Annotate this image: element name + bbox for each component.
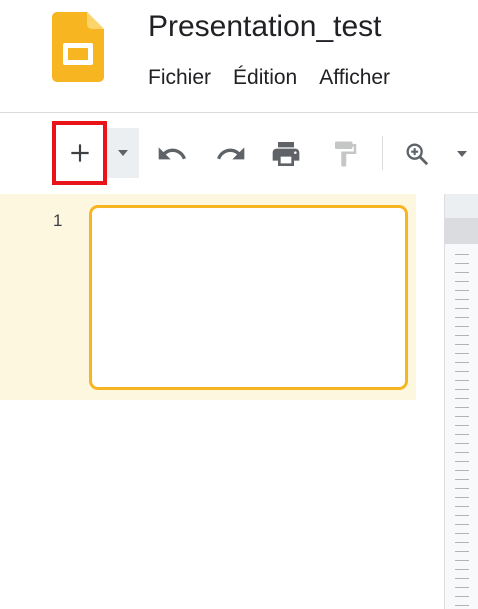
- new-slide-button[interactable]: [52, 121, 107, 185]
- menu-bar: Fichier Édition Afficher: [148, 64, 412, 92]
- print-icon: [272, 142, 300, 166]
- document-title[interactable]: Presentation_test: [148, 6, 381, 48]
- caret-down-icon: [457, 151, 467, 157]
- vertical-ruler: [444, 194, 478, 609]
- ruler-margin-band: [445, 218, 478, 244]
- redo-icon: [217, 147, 245, 160]
- ruler-ticks: [455, 254, 469, 609]
- slide-number: 1: [53, 211, 63, 230]
- slide-thumbnail[interactable]: [89, 205, 408, 390]
- redo-button[interactable]: [211, 134, 251, 174]
- toolbar-separator: [382, 136, 383, 170]
- menu-edit[interactable]: Édition: [233, 64, 319, 92]
- paint-format-icon: [335, 141, 357, 167]
- zoom-button[interactable]: [397, 134, 437, 174]
- plus-icon: [70, 144, 89, 162]
- undo-button[interactable]: [152, 134, 192, 174]
- toolbar: [0, 118, 478, 192]
- paint-format-button[interactable]: [325, 134, 365, 174]
- menu-view[interactable]: Afficher: [319, 64, 412, 92]
- new-slide-dropdown-button[interactable]: [107, 128, 139, 178]
- slides-app: Presentation_test Fichier Édition Affich…: [0, 0, 478, 609]
- ruler-corner: [445, 194, 478, 218]
- menu-file[interactable]: Fichier: [148, 64, 233, 92]
- zoom-in-icon: [406, 143, 428, 165]
- undo-icon: [158, 147, 186, 160]
- caret-down-icon: [118, 150, 128, 156]
- zoom-dropdown-button[interactable]: [450, 144, 474, 164]
- google-slides-logo-icon[interactable]: [52, 12, 104, 82]
- print-button[interactable]: [266, 134, 306, 174]
- header-divider: [0, 112, 478, 113]
